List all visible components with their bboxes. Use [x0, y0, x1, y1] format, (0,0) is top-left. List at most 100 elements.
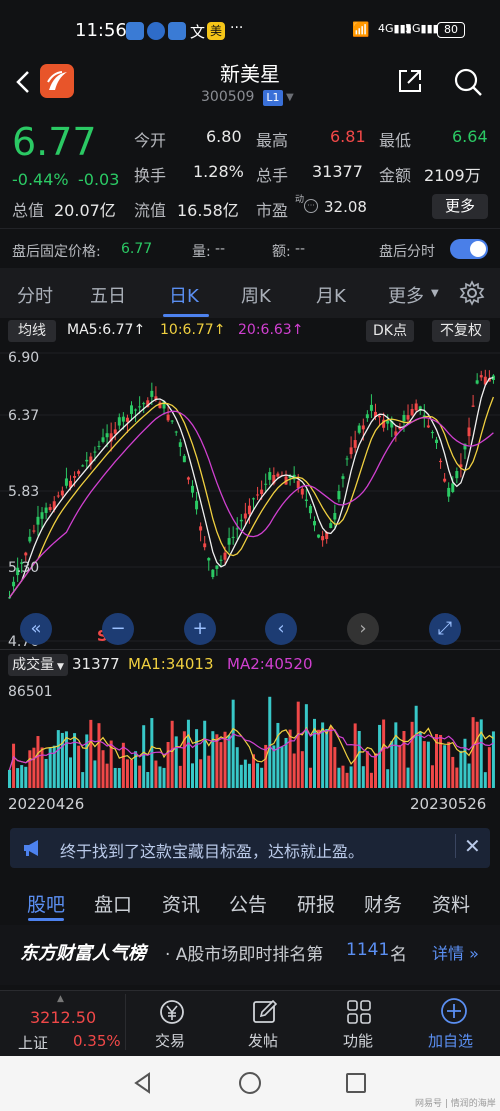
megaphone-icon [22, 838, 46, 858]
amount-label: 金额 [379, 166, 412, 185]
indicator-selector[interactable]: 成交量 ▼ [8, 654, 68, 676]
volume-bar [483, 772, 487, 788]
nav-home-icon[interactable] [239, 1072, 261, 1094]
candle-body [138, 406, 142, 408]
index-percent[interactable]: 0.35% [73, 1032, 121, 1050]
tab-financials[interactable]: 财务 [364, 890, 402, 917]
nav-recents-icon[interactable] [346, 1073, 366, 1093]
share-icon[interactable] [397, 68, 423, 94]
tab-order-book[interactable]: 盘口 [94, 890, 132, 917]
add-watchlist-label[interactable]: 加自选 [428, 1030, 473, 1051]
fullscreen-icon[interactable]: ⤢ [429, 613, 461, 645]
volume-bar [475, 721, 479, 788]
volume-bar [276, 722, 280, 788]
adjust-label: 不复权 [440, 323, 482, 339]
rank-detail-link[interactable]: 详情 » [432, 940, 479, 964]
edit-icon[interactable] [251, 998, 279, 1026]
tab-profile[interactable]: 资料 [432, 890, 470, 917]
app-notification-icon [126, 22, 144, 40]
volume-bar [162, 767, 166, 788]
candle-body [329, 523, 333, 528]
volume-bar [154, 760, 158, 788]
dk-button[interactable]: DK点 [366, 320, 414, 342]
turnover-value: 1.28% [193, 162, 244, 181]
candle-body [296, 480, 300, 489]
chevron-down-icon[interactable]: ▼ [286, 92, 294, 103]
level-badge[interactable]: L1 [263, 90, 283, 106]
volume-bar [199, 759, 203, 788]
tab-announcements[interactable]: 公告 [229, 890, 267, 917]
volume-bar [365, 751, 369, 788]
promo-banner[interactable]: 终于找到了这款宝藏目标盈，达标就止盈。 ✕ [10, 828, 490, 868]
zoom-out-icon[interactable]: − [102, 613, 134, 645]
app-notification-icon [147, 22, 165, 40]
candle-body [260, 489, 264, 494]
info-icon[interactable]: ··· [304, 199, 318, 213]
candle-body [247, 505, 251, 515]
candle-body [130, 405, 133, 414]
tab-research[interactable]: 研报 [297, 890, 335, 917]
volume-bar [345, 772, 349, 788]
ma-selector[interactable]: 均线 [8, 320, 56, 342]
index-value[interactable]: 3212.50 [30, 1008, 96, 1027]
volume-bar [455, 767, 459, 788]
after-hours-toggle[interactable] [450, 239, 488, 259]
candle-body [341, 476, 345, 479]
chevron-right-icon[interactable]: › [347, 613, 379, 645]
tab-weekly-k[interactable]: 周K [241, 282, 271, 308]
popularity-rank-row[interactable]: 东方财富人气榜 · A股市场即时排名第 1141 名 详情 » [0, 925, 500, 985]
change-percent: -0.44% [12, 170, 69, 189]
candle-body [357, 425, 361, 433]
volume-chart[interactable] [0, 678, 500, 790]
candle-body [28, 536, 32, 542]
volume-bar [203, 720, 207, 788]
mcap-value: 20.07亿 [54, 201, 116, 220]
volume-bar [333, 747, 337, 788]
tab-monthly-k[interactable]: 月K [316, 282, 346, 308]
candle-body [105, 433, 109, 438]
add-circle-icon[interactable] [440, 997, 468, 1025]
tab-more[interactable]: 更多 [388, 282, 424, 308]
index-name[interactable]: 上证 [18, 1032, 48, 1053]
low-value: 6.64 [452, 127, 488, 146]
candle-body [239, 519, 243, 522]
gear-icon[interactable] [459, 280, 485, 306]
candlestick-chart[interactable] [0, 345, 500, 645]
volume-bar [426, 741, 430, 788]
tab-daily-k[interactable]: 日K [169, 282, 199, 308]
price-axis-label: 5.83 [8, 484, 40, 500]
volume-ma2: MA2:40520 [227, 655, 313, 673]
tab-forum[interactable]: 股吧 [27, 890, 65, 917]
chevron-down-icon[interactable]: ▼ [431, 288, 439, 299]
volume-bar [357, 731, 361, 788]
search-icon[interactable] [452, 66, 484, 98]
volume-bar [386, 769, 390, 788]
candle-body [186, 477, 190, 480]
zoom-in-icon[interactable]: + [184, 613, 216, 645]
double-left-icon[interactable]: « [20, 613, 52, 645]
rank-detail-label: 详情 [432, 944, 465, 963]
volume-bar [97, 723, 101, 788]
volume-bar [418, 731, 422, 788]
function-label[interactable]: 功能 [343, 1030, 373, 1051]
nav-back-icon[interactable] [132, 1072, 154, 1094]
volume-bar [223, 731, 227, 788]
adjust-button[interactable]: 不复权 [432, 320, 490, 342]
tab-five-day[interactable]: 五日 [90, 282, 126, 308]
volume-bar [186, 719, 190, 788]
trade-icon[interactable] [158, 998, 186, 1026]
volume-bar [158, 766, 162, 788]
tab-intraday[interactable]: 分时 [17, 282, 53, 308]
ma-label: 均线 [18, 323, 46, 339]
more-button[interactable]: 更多 [432, 194, 488, 219]
volume-bar [243, 759, 247, 788]
candle-body [256, 494, 260, 496]
volume-bar [16, 768, 20, 788]
candle-body [414, 403, 418, 411]
close-icon[interactable]: ✕ [455, 834, 481, 858]
post-label[interactable]: 发帖 [248, 1030, 278, 1051]
grid-icon[interactable] [345, 998, 373, 1026]
tab-news[interactable]: 资讯 [162, 890, 200, 917]
trade-label[interactable]: 交易 [155, 1030, 185, 1051]
chevron-left-icon[interactable]: ‹ [265, 613, 297, 645]
